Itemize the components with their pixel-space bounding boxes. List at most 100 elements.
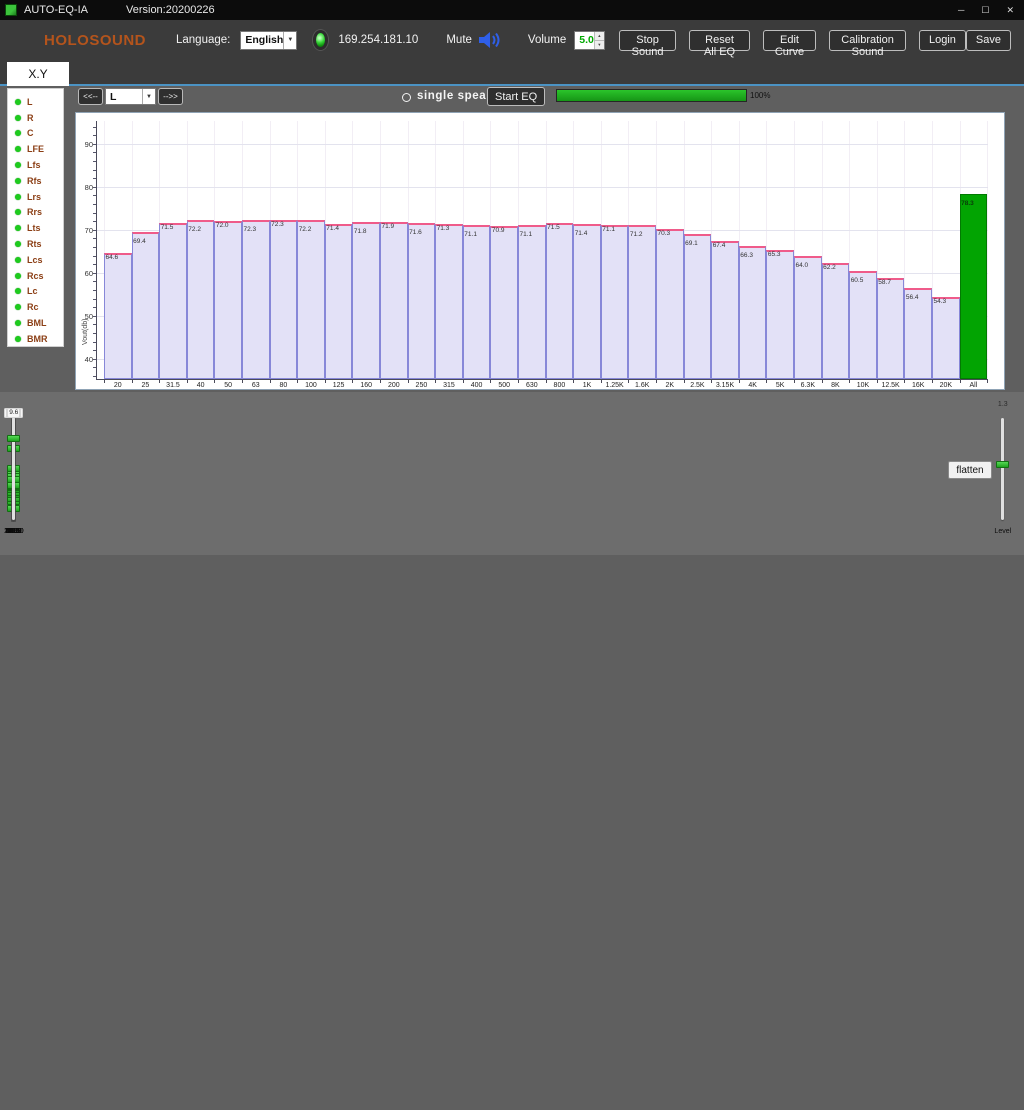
channel-label: LFE (27, 144, 44, 155)
reset-all-eq-button[interactable]: Reset All EQ (689, 29, 750, 58)
channel-status-dot (15, 162, 21, 169)
toolbar: HOLOSOUND Language: English ▼ 169.254.18… (0, 20, 1024, 60)
bar-value-label: 64.6 (105, 254, 119, 261)
channel-select-value: L (110, 90, 117, 103)
bar-value-label: 62.2 (823, 264, 836, 272)
bar-value-label: 67.4 (712, 241, 726, 249)
channel-item-BML[interactable]: BML (8, 315, 63, 331)
eq-slider-31.5[interactable]: -7.931.5 (0, 408, 28, 881)
stop-sound-button[interactable]: Stop Sound (618, 29, 677, 58)
eq-bar-315 (435, 224, 463, 379)
app-icon (5, 4, 17, 16)
bar-value-label: 71.9 (381, 222, 395, 230)
slider-track[interactable] (11, 418, 15, 520)
channel-label: Rrs (27, 207, 43, 218)
eq-bar-31.5 (159, 223, 187, 379)
channel-item-C[interactable]: C (8, 126, 63, 142)
slider-freq-label: 20000 (4, 528, 24, 535)
bar-value-label: 72.3 (243, 225, 257, 233)
channel-list-panel: L R C LFE Lfs Rfs Lrs Rrs Lts Rts Lcs Rcs Lc Rc BML BMR (7, 88, 64, 347)
single-speaker-radio[interactable] (402, 93, 411, 102)
channel-label: Rcs (27, 270, 44, 281)
bar-value-label: 69.1 (685, 239, 698, 247)
maximize-icon[interactable]: ☐ (981, 5, 989, 16)
channel-select[interactable]: L ▼ (105, 88, 156, 105)
eq-slider-25[interactable]: 6.525 (0, 408, 28, 718)
channel-item-R[interactable]: R (8, 110, 63, 126)
minimize-icon[interactable]: ─ (958, 5, 964, 16)
eq-bar-20 (104, 253, 132, 379)
channel-item-L[interactable]: L (8, 94, 63, 110)
channel-item-Lrs[interactable]: Lrs (8, 189, 63, 205)
eq-bar-16K (904, 288, 932, 379)
channel-item-Rc[interactable]: Rc (8, 299, 63, 315)
level-slider-thumb[interactable] (995, 461, 1009, 469)
speaker-icon[interactable] (478, 30, 504, 50)
channel-label: L (27, 96, 33, 107)
progress-percent-label: 100% (750, 91, 771, 100)
bar-value-label: 71.2 (629, 230, 643, 238)
bar-value-label: 72.0 (215, 222, 229, 230)
channel-label: Lrs (27, 191, 42, 202)
channel-item-Lc[interactable]: Lc (8, 284, 63, 300)
slider-thumb[interactable] (6, 435, 20, 443)
eq-bar-6.3K (794, 255, 822, 379)
login-button[interactable]: Login (919, 29, 966, 51)
eq-bar-10K (849, 270, 877, 379)
channel-item-BMR[interactable]: BMR (8, 331, 63, 347)
channel-label: Lc (27, 286, 38, 297)
eq-bar-2K (656, 228, 684, 379)
channel-label: Lcs (27, 254, 43, 265)
start-eq-button[interactable]: Start EQ (487, 87, 546, 106)
slider-gain-label: 9.6 (7, 408, 21, 418)
channel-item-Rcs[interactable]: Rcs (8, 268, 63, 284)
flatten-button[interactable]: flatten (948, 461, 992, 479)
tab-bar: X.Y (0, 60, 1024, 86)
channel-status-dot (15, 304, 21, 311)
eq-slider-40[interactable]: -10.340 (0, 408, 28, 1044)
x-axis-line (96, 379, 988, 380)
channel-status-dot (15, 272, 21, 279)
channel-status-dot (15, 209, 21, 216)
progress-bar-fill (557, 90, 746, 101)
y-axis-tick-label: 70 (84, 225, 93, 235)
calibration-sound-button[interactable]: Calibration Sound (829, 29, 906, 58)
channel-item-Rrs[interactable]: Rrs (8, 205, 63, 221)
edit-curve-button[interactable]: Edit Curve (762, 29, 817, 58)
next-channel-button[interactable]: -->> (158, 88, 183, 105)
eq-bar-25 (131, 232, 160, 379)
channel-item-LFE[interactable]: LFE (8, 141, 63, 157)
spinner-up-icon[interactable]: ▲ (594, 31, 604, 41)
bar-value-label: 72.2 (298, 226, 312, 234)
channel-item-Lts[interactable]: Lts (8, 220, 63, 236)
bar-value-label: 71.4 (326, 224, 339, 232)
volume-spinner[interactable]: 5.0 ▲ ▼ (574, 30, 605, 50)
y-axis-tick-label: 80 (84, 182, 93, 192)
level-slider-track[interactable] (1000, 418, 1004, 520)
channel-status-dot (15, 98, 21, 105)
titlebar: AUTO-EQ-IA Version:20200226 ─ ☐ ✕ (0, 0, 1024, 20)
channel-status-dot (15, 256, 21, 263)
eq-slider-50[interactable]: -12.650 (0, 408, 28, 1110)
spinner-down-icon[interactable]: ▼ (594, 40, 604, 49)
tab-xy[interactable]: X.Y (7, 62, 69, 86)
channel-label: BML (27, 318, 47, 329)
equalizer-slider-panel: -10.0206.525-7.931.5-10.340-12.650-6.563… (0, 392, 1024, 555)
level-value-label: 1.3 (997, 401, 1008, 408)
eq-bar-800 (545, 223, 574, 379)
eq-bar-1.25K (600, 225, 629, 379)
prev-channel-button[interactable]: <<-- (78, 88, 103, 105)
channel-status-dot (15, 320, 21, 327)
eq-bar-chart: 40 50 60 70 80 90 64.6 20 69.4 25 71.5 31.5 72.2 40 72… (76, 113, 1004, 389)
close-icon[interactable]: ✕ (1006, 5, 1014, 16)
save-button[interactable]: Save (965, 29, 1011, 51)
channel-item-Lcs[interactable]: Lcs (8, 252, 63, 268)
level-slider[interactable]: 1.3 Level (989, 392, 1017, 555)
channel-item-Rfs[interactable]: Rfs (8, 173, 63, 189)
channel-item-Rts[interactable]: Rts (8, 236, 63, 252)
bar-value-label: 71.5 (547, 224, 560, 232)
language-select[interactable]: English ▼ (240, 30, 298, 50)
channel-item-Lfs[interactable]: Lfs (8, 157, 63, 173)
channel-status-dot (15, 225, 21, 232)
channel-status-dot (15, 130, 21, 137)
